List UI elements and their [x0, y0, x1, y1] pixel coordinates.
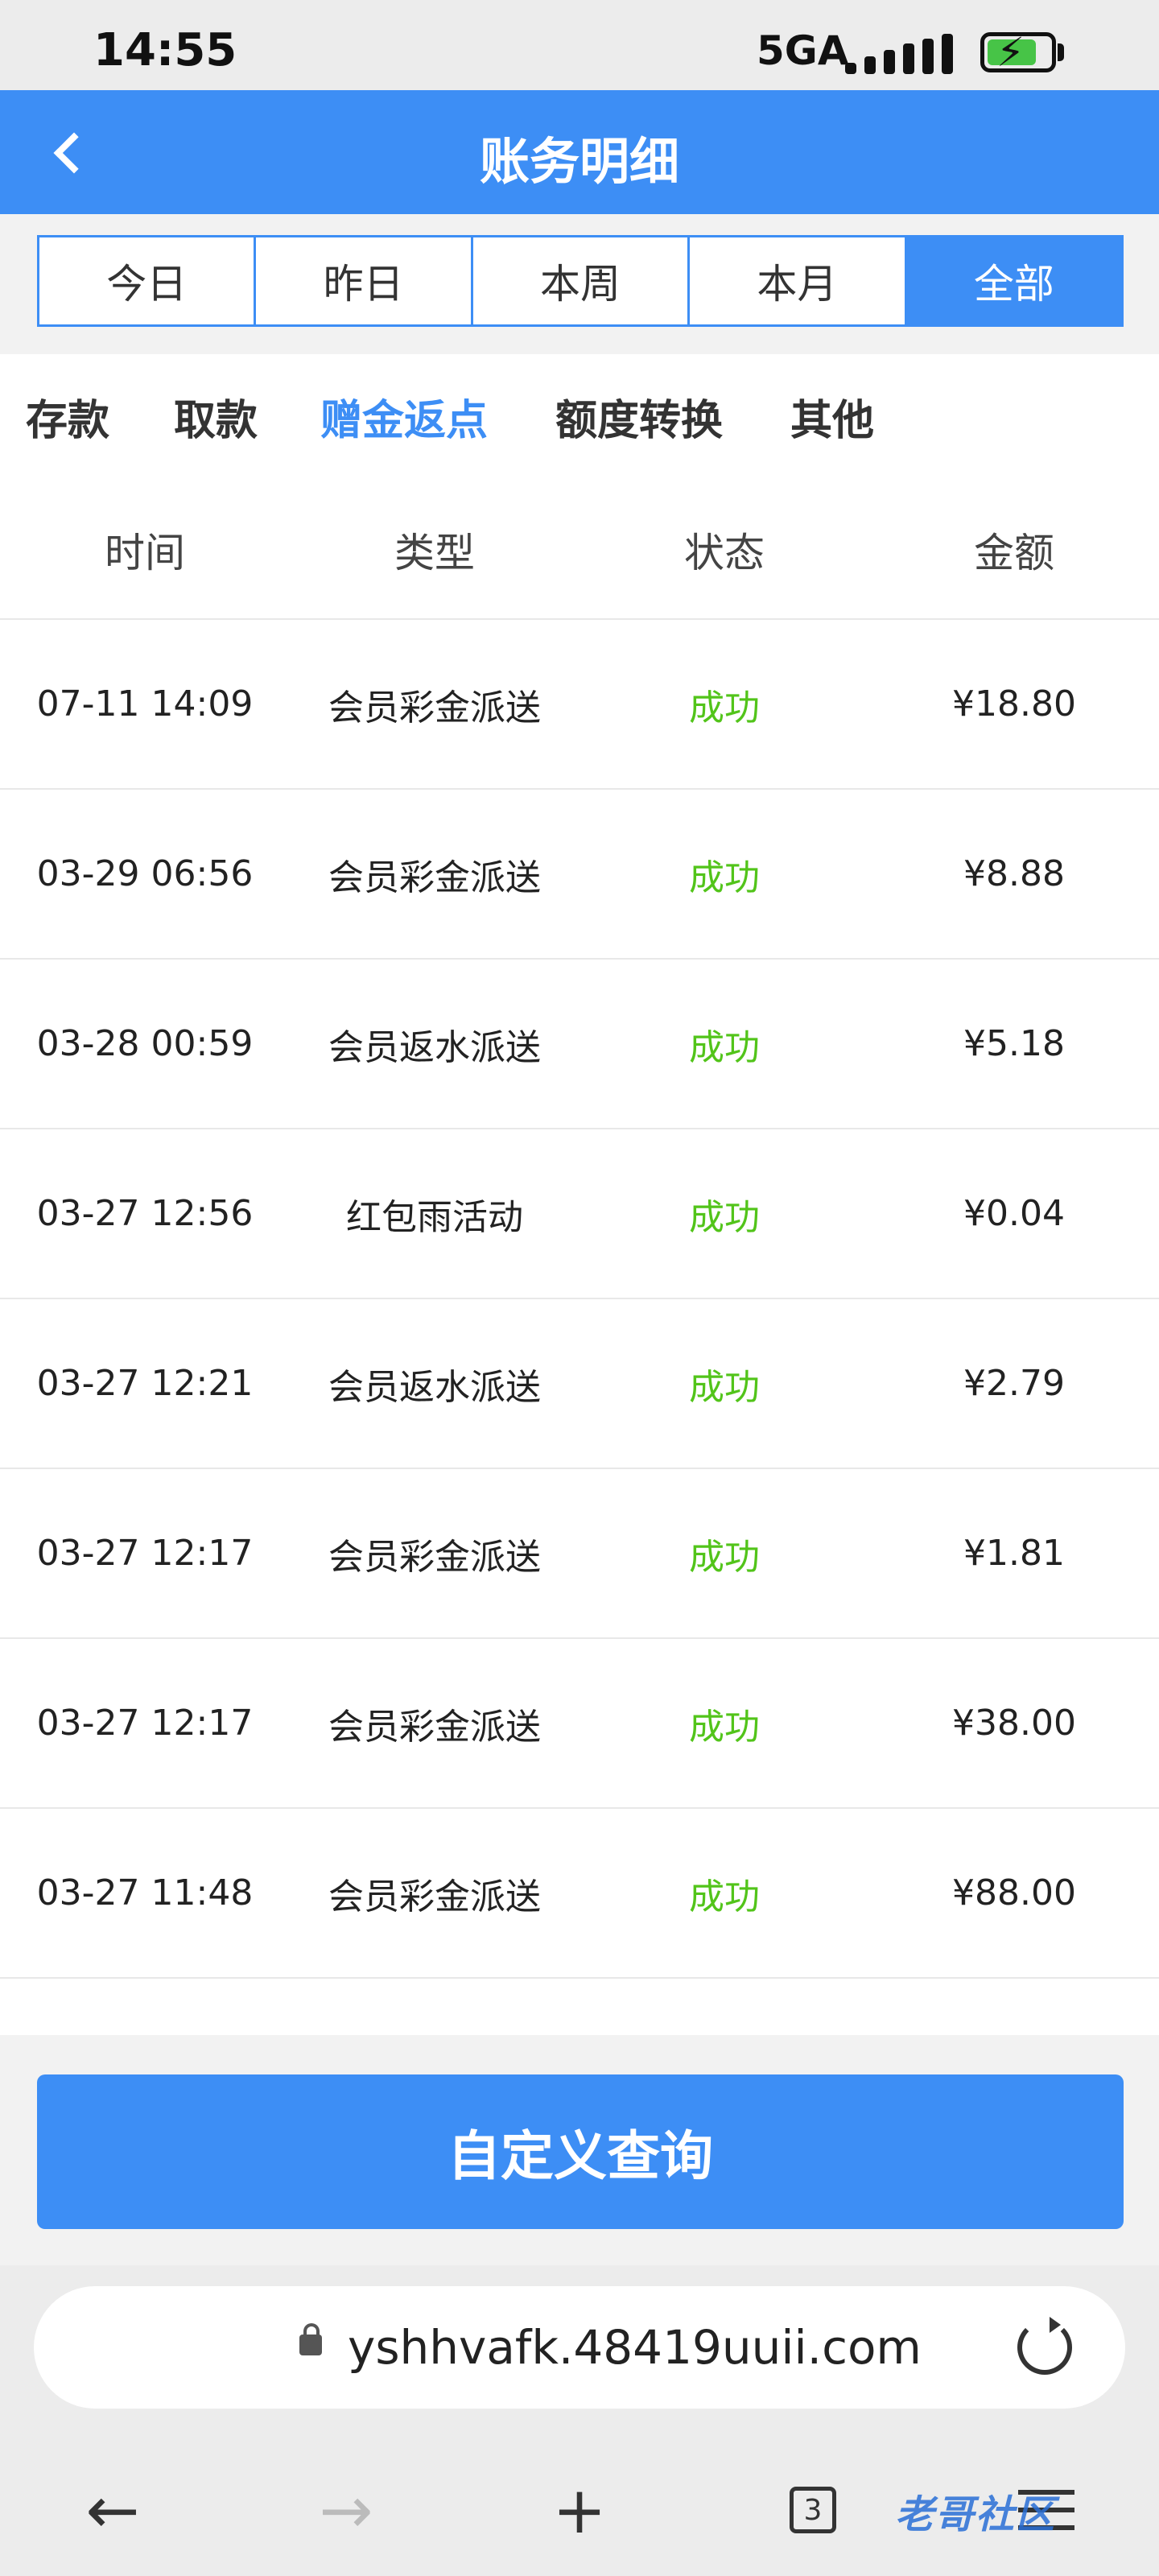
category-withdraw[interactable]: 取款 [174, 386, 258, 447]
header-type: 类型 [394, 530, 475, 576]
row-status: 成功 [689, 1706, 760, 1748]
back-arrow-icon[interactable]: ← [64, 2462, 161, 2558]
tab-this-month[interactable]: 本月 [690, 237, 907, 324]
row-type: 会员彩金派送 [328, 687, 541, 729]
row-type: 会员返水派送 [328, 1366, 541, 1408]
custom-query-button[interactable]: 自定义查询 [37, 2074, 1124, 2229]
row-time: 03-27 11:48 [36, 1872, 254, 1913]
row-status: 成功 [689, 687, 760, 729]
tab-all[interactable]: 全部 [906, 237, 1122, 324]
table-row[interactable]: 03-27 12:56 红包雨活动 成功 ¥0.04 [0, 1129, 1159, 1299]
battery-tip [1058, 43, 1064, 61]
category-credit-transfer[interactable]: 额度转换 [555, 386, 723, 447]
row-type: 会员彩金派送 [328, 1536, 541, 1578]
row-amount: ¥5.18 [963, 1023, 1065, 1064]
row-amount: ¥18.80 [952, 683, 1076, 724]
row-time: 03-29 06:56 [36, 853, 254, 894]
header-status: 状态 [684, 530, 765, 576]
table-footer-space [0, 1979, 1159, 2035]
category-tabs: 存款 取款 赠金返点 额度转换 其他 [0, 354, 1159, 483]
address-bar[interactable]: yshhvafk.48419uuii.com [34, 2286, 1125, 2409]
row-amount: ¥38.00 [952, 1703, 1076, 1744]
page-title: 账务明细 [479, 132, 679, 191]
charging-icon: ⚡ [996, 29, 1025, 76]
lock-icon [299, 2323, 322, 2355]
row-time: 03-27 12:56 [36, 1193, 254, 1234]
tab-yesterday[interactable]: 昨日 [256, 237, 473, 324]
browser-nav: ← → + 3 老哥社区 [0, 2462, 1159, 2558]
row-time: 03-27 12:17 [36, 1533, 254, 1574]
row-type: 会员返水派送 [328, 1026, 541, 1068]
signal-icon [845, 34, 958, 74]
table-row[interactable]: 03-27 12:21 会员返水派送 成功 ¥2.79 [0, 1299, 1159, 1469]
table-row[interactable]: 03-27 11:48 会员彩金派送 成功 ¥88.00 [0, 1809, 1159, 1979]
transactions-table: 时间 类型 状态 金额 07-11 14:09 会员彩金派送 成功 ¥18.80… [0, 481, 1159, 2035]
table-row[interactable]: 03-27 12:17 会员彩金派送 成功 ¥38.00 [0, 1639, 1159, 1809]
tab-count: 3 [790, 2487, 836, 2533]
row-type: 会员彩金派送 [328, 1706, 541, 1748]
row-status: 成功 [689, 1536, 760, 1578]
row-amount: ¥1.81 [963, 1533, 1065, 1574]
forward-arrow-icon[interactable]: → [298, 2462, 394, 2558]
table-header: 时间 类型 状态 金额 [0, 481, 1159, 620]
table-row[interactable]: 03-28 00:59 会员返水派送 成功 ¥5.18 [0, 960, 1159, 1129]
row-status: 成功 [689, 1026, 760, 1068]
network-indicator: 5GA [757, 27, 849, 74]
new-tab-icon[interactable]: + [531, 2462, 628, 2558]
row-status: 成功 [689, 1366, 760, 1408]
reload-icon[interactable] [1017, 2317, 1072, 2375]
url-text[interactable]: yshhvafk.48419uuii.com [348, 2320, 922, 2375]
tab-this-week[interactable]: 本周 [472, 237, 691, 324]
header-amount: 金额 [974, 530, 1054, 576]
row-status: 成功 [689, 1876, 760, 1918]
row-time: 03-27 12:17 [36, 1703, 254, 1744]
app-header: 账务明细 [0, 90, 1159, 214]
status-bar: 14:55 5GA ⚡ [0, 0, 1159, 90]
header-time: 时间 [105, 530, 185, 576]
table-row[interactable]: 03-27 12:17 会员彩金派送 成功 ¥1.81 [0, 1469, 1159, 1639]
row-time: 03-27 12:21 [36, 1363, 254, 1404]
row-amount: ¥8.88 [963, 853, 1065, 894]
date-range-tabs: 今日 昨日 本周 本月 全部 [37, 235, 1124, 327]
status-time: 14:55 [93, 24, 237, 76]
category-other[interactable]: 其他 [790, 386, 874, 447]
row-amount: ¥88.00 [952, 1872, 1076, 1913]
row-type: 会员彩金派送 [328, 857, 541, 898]
tabs-button[interactable]: 3 [765, 2462, 861, 2558]
row-type: 会员彩金派送 [328, 1876, 541, 1918]
row-amount: ¥0.04 [963, 1193, 1065, 1234]
query-section: 自定义查询 [0, 2038, 1159, 2265]
table-row[interactable]: 03-29 06:56 会员彩金派送 成功 ¥8.88 [0, 790, 1159, 960]
row-time: 07-11 14:09 [36, 683, 254, 724]
row-status: 成功 [689, 857, 760, 898]
tab-today[interactable]: 今日 [39, 237, 257, 324]
browser-bar: yshhvafk.48419uuii.com ← → + 3 老哥社区 [0, 2265, 1159, 2576]
category-deposit[interactable]: 存款 [26, 386, 109, 447]
row-time: 03-28 00:59 [36, 1023, 254, 1064]
row-amount: ¥2.79 [963, 1363, 1065, 1404]
row-status: 成功 [689, 1196, 760, 1238]
category-bonus-rebate[interactable]: 赠金返点 [320, 386, 488, 447]
watermark-logo: 老哥社区 [895, 2492, 1057, 2537]
row-type: 红包雨活动 [346, 1196, 523, 1238]
table-row[interactable]: 07-11 14:09 会员彩金派送 成功 ¥18.80 [0, 620, 1159, 790]
